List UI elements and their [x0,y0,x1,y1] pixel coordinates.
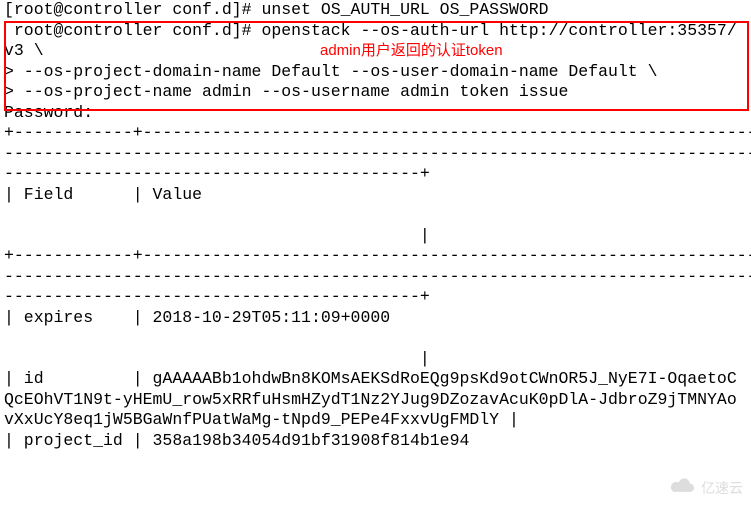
terminal-line: > --os-project-domain-name Default --os-… [0,62,751,83]
terminal-line: > --os-project-name admin --os-username … [0,82,751,103]
table-row-id: | id | gAAAAABb1ohdwBn8KOMsAEKSdRoEQg9ps… [0,369,751,390]
password-prompt: Password: [0,103,751,124]
table-header: | [0,226,751,247]
table-border: ----------------------------------------… [0,164,751,185]
watermark-text: 亿速云 [701,478,743,499]
table-border: ----------------------------------------… [0,287,751,308]
table-row-project-id: | project_id | 358a198b34054d91bf31908f8… [0,431,751,452]
terminal-line: root@controller conf.d]# openstack --os-… [0,21,751,42]
table-row-expires [0,328,751,349]
table-row-id: vXxUcY8eq1jW5BGaWnfPUatWaMg-tNpd9_PEPe4F… [0,410,751,431]
table-border: ----------------------------------------… [0,144,751,165]
terminal-line: [root@controller conf.d]# unset OS_AUTH_… [0,0,751,21]
table-row-expires: | expires | 2018-10-29T05:11:09+0000 [0,308,751,329]
terminal-line: v3 \ [0,41,751,62]
cloud-icon [669,478,697,500]
table-border: +------------+--------------------------… [0,123,751,144]
watermark: 亿速云 [669,478,743,500]
table-border: ----------------------------------------… [0,267,751,288]
table-row-expires: | [0,349,751,370]
table-border: +------------+--------------------------… [0,246,751,267]
table-header [0,205,751,226]
table-header: | Field | Value [0,185,751,206]
table-row-id: QcEOhVT1N9t-yHEmU_row5xRRfuHsmHZydT1Nz2Y… [0,390,751,411]
